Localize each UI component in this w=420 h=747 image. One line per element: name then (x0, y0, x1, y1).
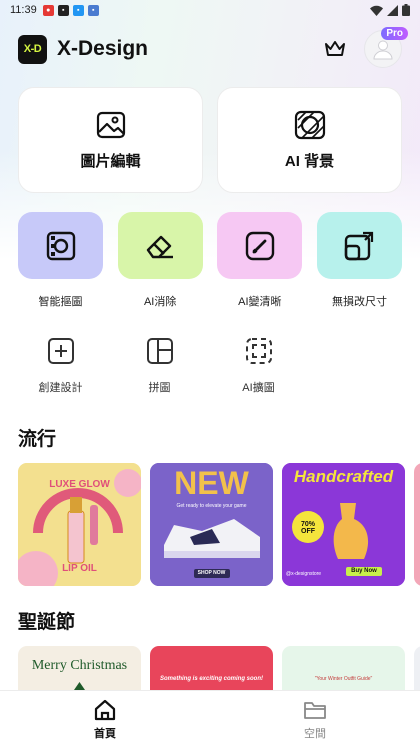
nav-home[interactable]: 首頁 (0, 691, 210, 747)
template-text: SHOP NOW (197, 570, 226, 576)
ai-enhance-tile[interactable] (217, 212, 303, 279)
app-logo: X-D (18, 34, 47, 64)
template-text: Buy Now (351, 568, 377, 574)
resize-tool[interactable]: 無損改尺寸 (316, 212, 402, 309)
avatar-button[interactable]: Pro (364, 27, 408, 68)
create-design-label: 創建設計 (38, 382, 83, 394)
eraser-icon (146, 235, 174, 258)
ai-erase-label: AI消除 (143, 296, 177, 308)
folder-icon (304, 701, 326, 719)
ai-erase-tool[interactable]: AI消除 (117, 212, 203, 309)
image-edit-card[interactable]: 圖片編輯 (18, 87, 203, 193)
section-title-christmas: 聖誕節 (18, 612, 76, 633)
ai-background-card[interactable]: AI 背景 (217, 87, 402, 193)
expand-icon (245, 338, 272, 364)
template-card-partial[interactable] (414, 646, 420, 690)
notification-icon: ▪ (72, 4, 84, 16)
collage-tool[interactable]: 拼圖 (117, 335, 202, 395)
template-text: Get ready to elevate your game (176, 503, 247, 509)
nav-space-label: 空間 (304, 727, 326, 740)
section-title-trending: 流行 (18, 429, 57, 450)
nav-home-label: 首頁 (94, 727, 116, 740)
wifi-icon (370, 5, 383, 16)
template-text: NEW (174, 465, 249, 501)
bottom-nav: 首頁 空間 (0, 690, 420, 747)
template-card[interactable]: Handcrafted 70% OFF Buy Now @x-designsto… (282, 463, 405, 586)
home-icon (94, 699, 116, 720)
template-text: Something is exciting coming soon! (159, 676, 263, 682)
template-text: @x-designstore (286, 571, 322, 577)
resize-label: 無損改尺寸 (331, 296, 387, 308)
add-design-icon (47, 338, 74, 364)
smart-cutout-tile[interactable] (18, 212, 103, 279)
pro-badge: Pro (381, 27, 408, 40)
status-time: 11:39 (10, 4, 37, 16)
smart-cutout-label: 智能摳圖 (38, 296, 83, 308)
crown-icon[interactable] (324, 40, 346, 58)
template-text: 70% OFF (300, 521, 315, 535)
trending-templates: LUXE GLOW LIP OIL NEW Get ready to eleva… (18, 463, 420, 586)
collage-icon (146, 338, 173, 364)
christmas-templates: Merry Christmas Something is exciting co… (18, 646, 420, 690)
template-card[interactable]: Something is exciting coming soon! (150, 646, 273, 690)
smart-cutout-icon (46, 231, 75, 260)
tree-icon (74, 682, 85, 690)
resize-tile[interactable] (316, 212, 402, 279)
battery-icon (402, 4, 410, 16)
app-title: X-Design (57, 37, 149, 60)
ai-erase-tile[interactable] (117, 212, 203, 279)
ai-expand-label: AI擴圖 (242, 382, 275, 394)
template-text: LUXE GLOW (49, 479, 110, 490)
logo-text: X-D (23, 43, 42, 55)
image-edit-label: 圖片編輯 (80, 152, 141, 170)
template-text: Handcrafted (293, 467, 394, 486)
status-bar: 11:39 ● ▪ ▪ ▪ (0, 0, 420, 20)
smart-cutout-tool[interactable]: 智能摳圖 (18, 212, 103, 309)
enhance-icon (245, 231, 275, 260)
create-design-tool[interactable]: 創建設計 (18, 335, 103, 395)
app-header: X-D X-Design Pro (0, 20, 420, 78)
signal-icon (387, 4, 398, 16)
notification-icon: ▪ (87, 4, 99, 16)
ai-enhance-label: AI變清晰 (238, 296, 282, 308)
ai-background-icon (294, 110, 325, 139)
template-card[interactable]: Merry Christmas (18, 646, 141, 690)
template-text: "Your Winter Outfit Guide" (314, 676, 373, 682)
ai-background-label: AI 背景 (284, 152, 335, 170)
ai-expand-tool[interactable]: AI擴圖 (216, 335, 301, 395)
resize-icon (345, 231, 374, 260)
collage-label: 拼圖 (148, 382, 171, 394)
user-icon (373, 40, 393, 60)
template-card[interactable]: "Your Winter Outfit Guide" (282, 646, 405, 690)
notification-icon: ▪ (57, 4, 69, 16)
notification-icon: ● (42, 4, 54, 16)
nav-space[interactable]: 空間 (210, 691, 420, 747)
template-card[interactable]: LUXE GLOW LIP OIL (18, 463, 141, 586)
template-card[interactable]: NEW Get ready to elevate your game SHOP … (150, 463, 273, 586)
template-text: LIP OIL (62, 563, 97, 574)
template-card-partial[interactable] (414, 463, 420, 586)
ai-enhance-tool[interactable]: AI變清晰 (217, 212, 303, 309)
image-icon (96, 111, 125, 138)
